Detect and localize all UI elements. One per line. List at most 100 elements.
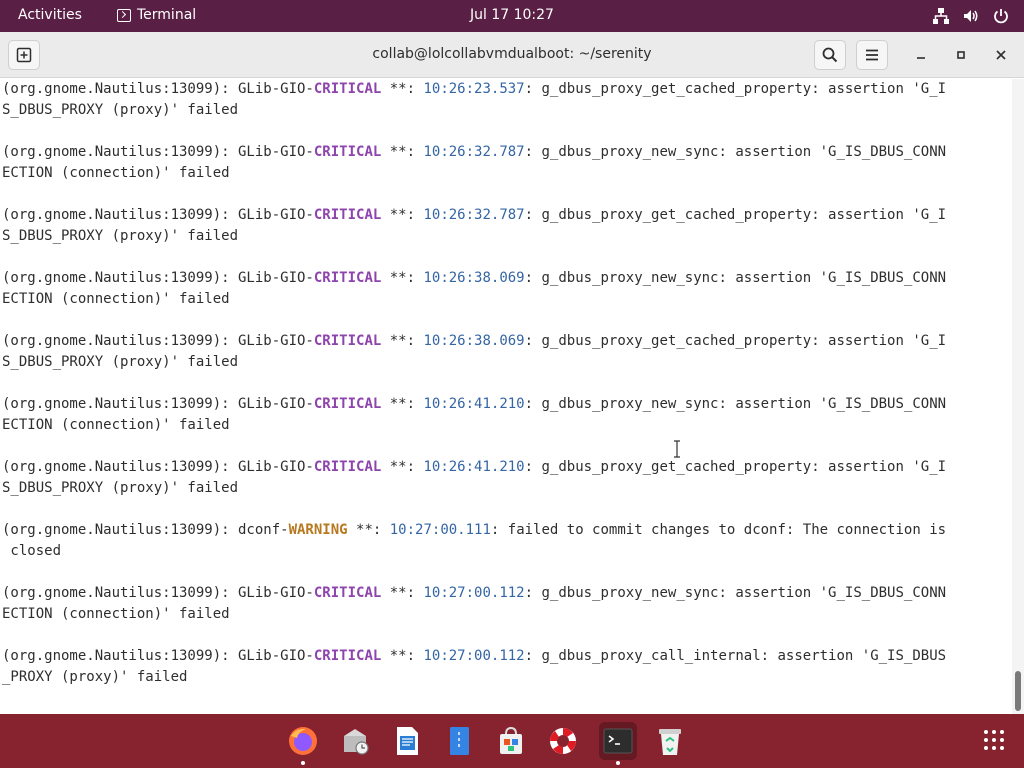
- log-text: (org.gnome.Nautilus:13099): GLib-GIO-: [2, 207, 314, 223]
- log-text: S_DBUS_PROXY (proxy)' failed: [2, 228, 239, 244]
- hamburger-menu-icon: [866, 49, 878, 61]
- log-text: (org.gnome.Nautilus:13099): GLib-GIO-: [2, 585, 314, 601]
- log-text: (org.gnome.Nautilus:13099): GLib-GIO-: [2, 396, 314, 412]
- log-text: (org.gnome.Nautilus:13099): GLib-GIO-: [2, 270, 314, 286]
- header-bar[interactable]: collab@lolcollabvmdualboot: ~/serenity: [0, 32, 1024, 78]
- timestamp: 10:26:23.537: [423, 81, 525, 97]
- log-text: S_DBUS_PROXY (proxy)' failed: [2, 354, 239, 370]
- minimize-icon: [917, 57, 925, 59]
- log-text: ECTION (connection)' failed: [2, 165, 230, 181]
- scrollbar[interactable]: [1012, 79, 1024, 714]
- trash-icon: [659, 729, 681, 755]
- log-text: : g_dbus_proxy_new_sync: assertion 'G_IS…: [524, 270, 947, 286]
- terminal-line: ECTION (connection)' failed: [2, 415, 230, 436]
- log-text: closed: [2, 543, 62, 559]
- system-tray[interactable]: [932, 7, 1010, 25]
- maximize-button[interactable]: [949, 43, 973, 67]
- terminal-line: S_DBUS_PROXY (proxy)' failed: [2, 100, 238, 121]
- critical-label: CRITICAL: [313, 459, 382, 475]
- dock-item-writer[interactable]: [388, 722, 426, 760]
- minimize-button[interactable]: [909, 43, 933, 67]
- terminal-line: (org.gnome.Nautilus:13099): GLib-GIO-CRI…: [2, 268, 946, 289]
- terminal-line: S_DBUS_PROXY (proxy)' failed: [2, 226, 238, 247]
- log-text: ECTION (connection)' failed: [2, 606, 230, 622]
- log-text: : g_dbus_proxy_get_cached_property: asse…: [524, 459, 947, 475]
- mouse-ibeam-cursor-icon: [674, 440, 680, 458]
- log-text: (org.gnome.Nautilus:13099): GLib-GIO-: [2, 459, 314, 475]
- log-text: (org.gnome.Nautilus:13099): GLib-GIO-: [2, 648, 314, 664]
- dock-item-text-editor[interactable]: [440, 722, 478, 760]
- timestamp: 10:27:00.112: [423, 648, 525, 664]
- terminal-line: (org.gnome.Nautilus:13099): GLib-GIO-CRI…: [2, 457, 946, 478]
- terminal-line: (org.gnome.Nautilus:13099): GLib-GIO-CRI…: [2, 646, 946, 667]
- dock-item-backups[interactable]: [336, 722, 374, 760]
- timestamp: 10:27:00.112: [423, 585, 525, 601]
- dock-item-help[interactable]: [544, 722, 582, 760]
- log-text: **:: [381, 333, 424, 349]
- log-text: : g_dbus_proxy_new_sync: assertion 'G_IS…: [524, 396, 947, 412]
- log-text: : g_dbus_proxy_new_sync: assertion 'G_IS…: [524, 585, 947, 601]
- terminal-line: S_DBUS_PROXY (proxy)' failed: [2, 478, 238, 499]
- log-text: : g_dbus_proxy_get_cached_property: asse…: [524, 207, 947, 223]
- close-icon: [996, 50, 1006, 60]
- terminal-line: _PROXY (proxy)' failed: [2, 667, 187, 688]
- log-text: _PROXY (proxy)' failed: [2, 669, 188, 685]
- timestamp: 10:26:38.069: [423, 333, 525, 349]
- new-tab-button[interactable]: [8, 40, 40, 70]
- search-button[interactable]: [814, 40, 846, 70]
- scrollbar-thumb[interactable]: [1015, 671, 1021, 711]
- dock: [0, 714, 1024, 768]
- text-editor-icon: [450, 727, 469, 755]
- activities-button[interactable]: Activities: [18, 7, 82, 23]
- maximize-icon: [957, 51, 965, 59]
- power-icon[interactable]: [992, 7, 1010, 25]
- app-menu[interactable]: Terminal: [117, 7, 196, 23]
- timestamp: 10:26:41.210: [423, 396, 525, 412]
- log-text: ECTION (connection)' failed: [2, 291, 230, 307]
- log-text: **:: [381, 459, 424, 475]
- log-text: : g_dbus_proxy_get_cached_property: asse…: [524, 333, 947, 349]
- terminal-icon: [603, 728, 633, 754]
- terminal-line: (org.gnome.Nautilus:13099): GLib-GIO-CRI…: [2, 142, 946, 163]
- critical-label: CRITICAL: [313, 207, 382, 223]
- firefox-icon: [289, 727, 317, 755]
- log-text: (org.gnome.Nautilus:13099): GLib-GIO-: [2, 333, 314, 349]
- critical-label: CRITICAL: [313, 144, 382, 160]
- dock-item-terminal[interactable]: [599, 722, 637, 765]
- terminal-line: ECTION (connection)' failed: [2, 163, 230, 184]
- terminal-line: (org.gnome.Nautilus:13099): dconf-WARNIN…: [2, 520, 946, 541]
- log-text: **:: [381, 396, 424, 412]
- timestamp: 10:26:32.787: [423, 207, 525, 223]
- terminal-line: ECTION (connection)' failed: [2, 289, 230, 310]
- log-text: (org.gnome.Nautilus:13099): GLib-GIO-: [2, 144, 314, 160]
- timestamp: 10:26:41.210: [423, 459, 525, 475]
- log-text: **:: [381, 207, 424, 223]
- terminal-line: (org.gnome.Nautilus:13099): GLib-GIO-CRI…: [2, 79, 946, 100]
- running-indicator: [616, 761, 620, 765]
- volume-icon[interactable]: [962, 7, 980, 25]
- critical-label: CRITICAL: [313, 648, 382, 664]
- main-menu-button[interactable]: [856, 40, 888, 70]
- log-text: **:: [347, 522, 390, 538]
- dock-item-software[interactable]: [492, 722, 530, 760]
- log-text: S_DBUS_PROXY (proxy)' failed: [2, 102, 239, 118]
- close-button[interactable]: [989, 43, 1013, 67]
- log-text: S_DBUS_PROXY (proxy)' failed: [2, 480, 239, 496]
- terminal-line: (org.gnome.Nautilus:13099): GLib-GIO-CRI…: [2, 583, 946, 604]
- dock-item-trash[interactable]: [651, 722, 689, 760]
- network-icon[interactable]: [932, 7, 950, 25]
- critical-label: CRITICAL: [313, 81, 382, 97]
- terminal-output[interactable]: (org.gnome.Nautilus:13099): GLib-GIO-CRI…: [0, 79, 1012, 714]
- critical-label: CRITICAL: [313, 396, 382, 412]
- log-text: **:: [381, 585, 424, 601]
- terminal-line: (org.gnome.Nautilus:13099): GLib-GIO-CRI…: [2, 205, 946, 226]
- log-text: : g_dbus_proxy_get_cached_property: asse…: [524, 81, 947, 97]
- help-lifebuoy-icon: [550, 728, 576, 754]
- timestamp: 10:26:32.787: [423, 144, 525, 160]
- backups-icon: [344, 729, 369, 755]
- log-text: **:: [381, 144, 424, 160]
- new-tab-icon: [16, 47, 32, 63]
- show-applications-icon[interactable]: [982, 728, 1006, 752]
- terminal-line: S_DBUS_PROXY (proxy)' failed: [2, 352, 238, 373]
- dock-item-firefox[interactable]: [284, 722, 322, 765]
